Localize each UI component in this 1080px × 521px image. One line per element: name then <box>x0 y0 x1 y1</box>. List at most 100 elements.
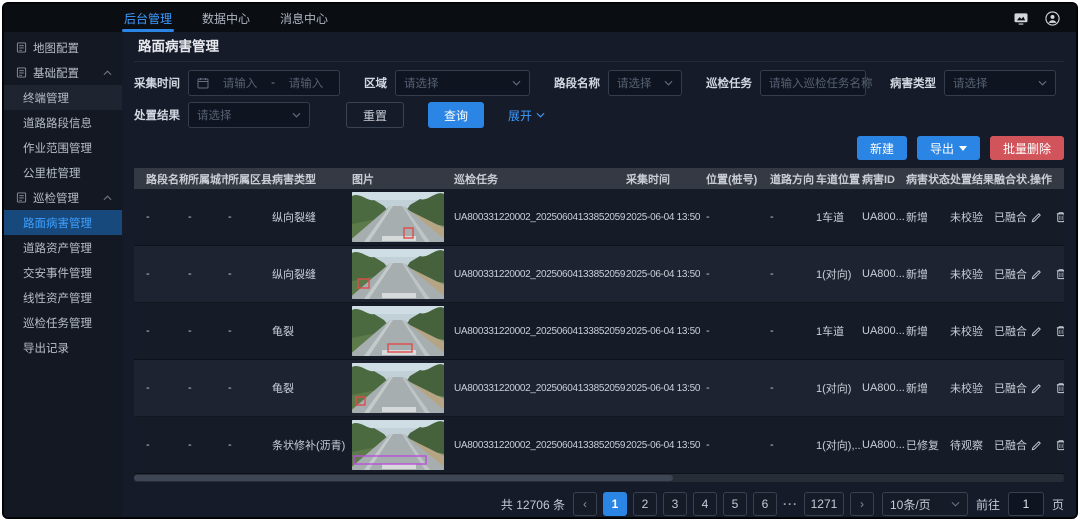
disease-type-select[interactable]: 请选择 <box>944 70 1056 96</box>
cell-task: UA800331220002_20250604133852059 <box>454 269 626 280</box>
sidebar-item-work-scope-mgmt[interactable]: 作业范围管理 <box>4 135 122 160</box>
disease-image[interactable] <box>352 306 454 356</box>
edit-icon[interactable] <box>1030 268 1043 281</box>
sidebar-item-export-records[interactable]: 导出记录 <box>4 335 122 360</box>
table-header: 路段名称所属城市所属区县病害类型图片巡检任务采集时间位置(桩号)道路方向车道位置… <box>134 168 1064 189</box>
table-row: ---龟裂UA800331220002_20250604133852059202… <box>134 360 1064 417</box>
filter-inspection-task: 巡检任务 请输入巡检任务名称 <box>706 70 866 96</box>
delete-icon[interactable] <box>1055 211 1064 223</box>
cell-lane: 1(对向) <box>816 266 862 282</box>
page-button-2[interactable]: 2 <box>633 492 657 516</box>
sidebar-item-linear-asset-mgmt[interactable]: 线性资产管理 <box>4 285 122 310</box>
expand-toggle[interactable]: 展开 <box>508 107 545 124</box>
filter-capture-time: 采集时间 请输入 - 请输入 <box>134 70 340 96</box>
capture-time-range-input[interactable]: 请输入 - 请输入 <box>188 70 340 96</box>
prev-page-button[interactable]: ‹ <box>573 492 597 516</box>
scrollbar-thumb[interactable] <box>134 475 673 481</box>
cell-district: - <box>228 211 272 223</box>
page-button-1271[interactable]: 1271 <box>804 492 844 516</box>
sidebar: 地图配置基础配置终端管理道路路段信息作业范围管理公里桩管理巡检管理路面病害管理道… <box>4 32 122 517</box>
column-header: 采集时间 <box>626 171 706 187</box>
disease-image[interactable] <box>352 192 454 242</box>
road-name-placeholder: 请选择 <box>617 75 652 91</box>
create-button[interactable]: 新建 <box>857 136 907 160</box>
cell-status: 新增 <box>906 209 950 225</box>
row-actions <box>1030 382 1064 395</box>
disease-image[interactable] <box>352 363 454 413</box>
capture-time-label: 采集时间 <box>134 75 180 91</box>
disease-image[interactable] <box>352 249 454 299</box>
region-select[interactable]: 请选择 <box>395 70 530 96</box>
user-avatar-icon[interactable] <box>1045 11 1060 26</box>
edit-icon[interactable] <box>1030 439 1043 452</box>
cell-task: UA800331220002_20250604133852059 <box>454 440 626 451</box>
delete-icon[interactable] <box>1055 439 1064 451</box>
edit-icon[interactable] <box>1030 211 1043 224</box>
export-button[interactable]: 导出 <box>917 136 980 160</box>
cell-lane: 1(对向) <box>816 380 862 396</box>
row-actions <box>1030 325 1064 338</box>
cell-section: - <box>146 439 188 451</box>
sidebar-item-map-config[interactable]: 地图配置 <box>4 35 122 60</box>
sidebar-item-traffic-safety-event-mgmt[interactable]: 交安事件管理 <box>4 260 122 285</box>
app-window: 后台管理数据中心消息中心 地图配置基础配置终端管理道路路段信息作业范围管理公里桩… <box>3 3 1077 518</box>
cell-result: 未校验 <box>950 209 994 225</box>
sidebar-item-inspection-mgmt[interactable]: 巡检管理 <box>4 185 122 210</box>
sidebar-item-label: 巡检任务管理 <box>23 315 92 331</box>
disposal-result-select[interactable]: 请选择 <box>188 102 310 128</box>
sidebar-item-road-asset-mgmt[interactable]: 道路资产管理 <box>4 235 122 260</box>
goto-page-input[interactable] <box>1008 492 1044 516</box>
page-button-3[interactable]: 3 <box>663 492 687 516</box>
page-size-value: 10条/页 <box>890 496 931 513</box>
chevron-down-icon <box>292 112 301 118</box>
screen-icon[interactable] <box>1013 12 1029 25</box>
page-button-5[interactable]: 5 <box>723 492 747 516</box>
column-header: 车道位置 <box>816 171 862 187</box>
topbar-tabs: 后台管理数据中心消息中心 <box>122 4 330 32</box>
delete-icon[interactable] <box>1055 382 1064 394</box>
sidebar-item-road-section-info[interactable]: 道路路段信息 <box>4 110 122 135</box>
page-button-4[interactable]: 4 <box>693 492 717 516</box>
sidebar-item-road-disease-mgmt[interactable]: 路面病害管理 <box>4 210 122 235</box>
sidebar-item-label: 路面病害管理 <box>23 215 92 231</box>
page-button-6[interactable]: 6 <box>753 492 777 516</box>
cell-fusion: 已融合 <box>994 209 1030 225</box>
page-size-select[interactable]: 10条/页 <box>882 492 968 516</box>
expand-label: 展开 <box>508 107 532 124</box>
cell-time: 2025-06-04 13:50 <box>626 269 706 280</box>
row-actions <box>1030 211 1064 224</box>
disease-image[interactable] <box>352 420 454 470</box>
sidebar-item-terminal-mgmt[interactable]: 终端管理 <box>4 85 122 110</box>
sidebar-item-inspection-task-mgmt[interactable]: 巡检任务管理 <box>4 310 122 335</box>
cell-id: UA800... <box>862 325 906 337</box>
search-button[interactable]: 查询 <box>428 102 484 128</box>
action-row: 新建 导出 批量删除 <box>134 136 1064 160</box>
sidebar-item-kilometer-post-mgmt[interactable]: 公里桩管理 <box>4 160 122 185</box>
date-separator: - <box>271 77 275 89</box>
road-name-select[interactable]: 请选择 <box>608 70 682 96</box>
cell-task: UA800331220002_20250604133852059 <box>454 212 626 223</box>
reset-button[interactable]: 重置 <box>346 102 404 128</box>
cell-id: UA800... <box>862 268 906 280</box>
page-button-1[interactable]: 1 <box>603 492 627 516</box>
sidebar-item-label: 基础配置 <box>33 65 79 81</box>
delete-icon[interactable] <box>1055 325 1064 337</box>
next-page-button[interactable]: › <box>850 492 874 516</box>
horizontal-scrollbar[interactable] <box>134 474 1064 482</box>
inspection-task-input[interactable]: 请输入巡检任务名称 <box>760 70 866 96</box>
edit-icon[interactable] <box>1030 325 1043 338</box>
batch-delete-button[interactable]: 批量删除 <box>990 136 1064 160</box>
cell-city: - <box>188 439 228 451</box>
menu-doc-icon <box>16 67 27 78</box>
tab-data-center[interactable]: 数据中心 <box>200 4 252 32</box>
column-header: 所属城市 <box>188 171 228 187</box>
tab-backend-admin[interactable]: 后台管理 <box>122 4 174 32</box>
cell-type: 纵向裂缝 <box>272 266 352 282</box>
cell-location: - <box>706 268 770 280</box>
tab-message-center[interactable]: 消息中心 <box>278 4 330 32</box>
delete-icon[interactable] <box>1055 268 1064 280</box>
cell-fusion: 已融合 <box>994 266 1030 282</box>
edit-icon[interactable] <box>1030 382 1043 395</box>
cell-location: - <box>706 211 770 223</box>
sidebar-item-base-config[interactable]: 基础配置 <box>4 60 122 85</box>
